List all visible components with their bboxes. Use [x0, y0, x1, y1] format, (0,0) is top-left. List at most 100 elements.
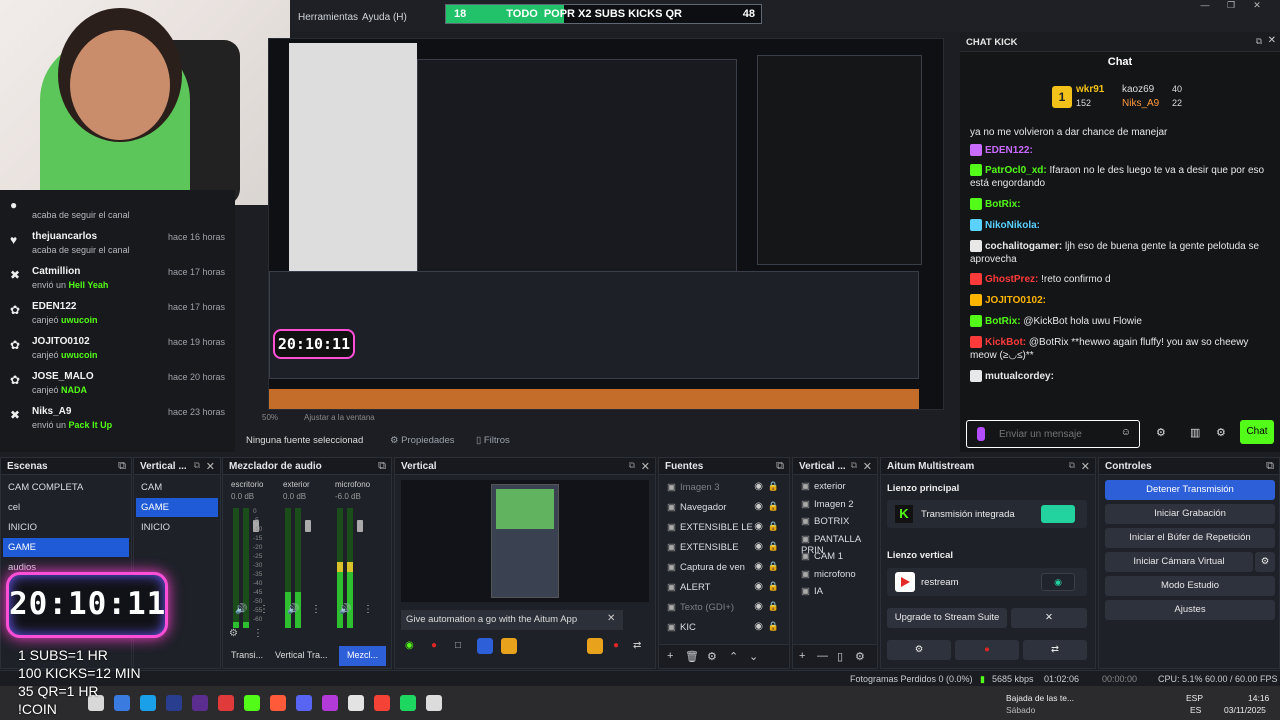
- undock-icon[interactable]: ⧉: [1256, 36, 1262, 47]
- lang-region[interactable]: ES: [1190, 705, 1201, 715]
- emoji-icon[interactable]: ☺: [1121, 427, 1131, 438]
- vertical-source-row[interactable]: ▣ IA: [795, 583, 875, 600]
- chat-input[interactable]: [999, 426, 1119, 442]
- vertical-scene-item[interactable]: CAM: [136, 478, 218, 497]
- chat-username[interactable]: KickBot:: [985, 337, 1026, 348]
- vertical-stop-icon[interactable]: □: [455, 640, 461, 651]
- visibility-eye-icon[interactable]: ◉: [754, 601, 763, 612]
- lang-code[interactable]: ESP: [1186, 693, 1203, 703]
- lock-icon[interactable]: 🔒: [768, 541, 779, 552]
- virtual-camera-settings-icon[interactable]: ⚙: [1255, 552, 1275, 572]
- minimize-icon[interactable]: —: [1192, 0, 1218, 14]
- capcut-icon[interactable]: [218, 695, 234, 711]
- maximize-icon[interactable]: ❐: [1218, 0, 1244, 14]
- vertical-source-row[interactable]: ▣ exterior: [795, 478, 875, 495]
- vertical-replay-icon[interactable]: [477, 638, 493, 654]
- undock-scenes-icon[interactable]: ⧉: [118, 460, 126, 473]
- scene-item[interactable]: cel: [3, 498, 129, 517]
- remove-vertical-source-icon[interactable]: —: [817, 650, 828, 662]
- upgrade-button[interactable]: Upgrade to Stream Suite: [887, 608, 1007, 628]
- chat-username[interactable]: NikoNikola:: [985, 220, 1040, 231]
- fit-window[interactable]: Ajustar a la ventana: [304, 413, 375, 422]
- chat-username[interactable]: cochalitogamer:: [985, 241, 1062, 252]
- lock-icon[interactable]: 🔒: [768, 501, 779, 512]
- store-icon[interactable]: [140, 695, 156, 711]
- undock-mixer-icon[interactable]: ⧉: [378, 460, 386, 473]
- source-row[interactable]: ▣ Navegador ◉ 🔒: [661, 498, 787, 518]
- source-row[interactable]: ▣ KIC ◉ 🔒: [661, 618, 787, 638]
- vertical-stream-icon[interactable]: ◉: [405, 640, 414, 651]
- clock-date[interactable]: 03/11/2025: [1224, 705, 1266, 715]
- dismiss-upgrade-icon[interactable]: ✕: [1011, 608, 1087, 628]
- chat-username[interactable]: BotRix:: [985, 316, 1021, 327]
- preview-canvas[interactable]: 20:10:11: [268, 38, 944, 410]
- vertical-scene-item[interactable]: GAME: [136, 498, 218, 517]
- visibility-eye-icon[interactable]: ◉: [754, 521, 763, 532]
- source-row[interactable]: ▣ ALERT ◉ 🔒: [661, 578, 787, 598]
- speaker-icon[interactable]: 🔊: [339, 604, 351, 615]
- vertical-canvas[interactable]: [401, 480, 649, 602]
- scene-item[interactable]: CAM COMPLETA: [3, 478, 129, 497]
- move-down-icon[interactable]: ⌄: [749, 650, 758, 663]
- volume-slider-handle[interactable]: [305, 520, 311, 532]
- close-vertical-icon[interactable]: ✕: [641, 460, 650, 473]
- lock-icon[interactable]: 🔒: [768, 561, 779, 572]
- chat-username[interactable]: mutualcordey:: [985, 371, 1054, 382]
- move-up-icon[interactable]: ⌃: [729, 650, 738, 663]
- close-vertical-sources-icon[interactable]: ✕: [863, 460, 872, 473]
- discord-icon[interactable]: [296, 695, 312, 711]
- source-settings-icon[interactable]: ⚙: [707, 650, 717, 663]
- mixer-tab[interactable]: Transi...: [223, 646, 271, 666]
- vertical-source-row[interactable]: ▣ PANTALLA PRIN: [795, 531, 875, 556]
- remove-source-icon[interactable]: 🗑: [685, 650, 699, 663]
- start-replay-buffer-button[interactable]: Iniciar el Búfer de Repetición: [1105, 528, 1275, 548]
- filters-button[interactable]: ▯ Filtros: [476, 435, 510, 446]
- speaker-icon[interactable]: 🔊: [287, 604, 299, 615]
- photoshop-icon[interactable]: [166, 695, 182, 711]
- chat-send-button[interactable]: Chat: [1240, 420, 1274, 444]
- speaker-icon[interactable]: 🔊: [235, 604, 247, 615]
- kick-app-icon[interactable]: [244, 695, 260, 711]
- aitum-settings-icon[interactable]: ⚙: [887, 640, 951, 660]
- chat-username[interactable]: JOJITO0102:: [985, 295, 1046, 306]
- channel-menu-icon[interactable]: ⋮: [363, 604, 373, 615]
- mixer-settings-icon[interactable]: ⚙: [229, 628, 238, 639]
- vertical-source-row[interactable]: ▣ Imagen 2: [795, 496, 875, 513]
- vertical-settings-icon[interactable]: [587, 638, 603, 654]
- vertical-source-row[interactable]: ▣ CAM 1: [795, 548, 875, 565]
- vertical-source-settings-icon[interactable]: ⚙: [855, 650, 865, 663]
- undock-vertical-sources-icon[interactable]: ⧉: [851, 460, 857, 471]
- obs-icon[interactable]: [426, 695, 442, 711]
- source-row[interactable]: ▣ EXTENSIBLE ◉ 🔒: [661, 538, 787, 558]
- properties-button[interactable]: ⚙ Propiedades: [390, 435, 455, 446]
- visibility-eye-icon[interactable]: ◉: [754, 581, 763, 592]
- vertical-record-icon[interactable]: ●: [431, 640, 437, 651]
- undock-aitum-icon[interactable]: ⧉: [1069, 460, 1075, 471]
- zoom-level[interactable]: 50%: [262, 413, 278, 422]
- source-row[interactable]: ▣ Imagen 3 ◉ 🔒: [661, 478, 787, 498]
- close-aitum-icon[interactable]: ✕: [1081, 460, 1090, 473]
- add-vertical-source-icon[interactable]: +: [799, 650, 805, 662]
- volume-slider-handle[interactable]: [357, 520, 363, 532]
- chat-username[interactable]: EDEN122:: [985, 145, 1033, 156]
- mixer-tab[interactable]: Mezcl...: [339, 646, 387, 666]
- visibility-eye-icon[interactable]: ◉: [754, 561, 763, 572]
- brave-icon[interactable]: [270, 695, 286, 711]
- visibility-eye-icon[interactable]: ◉: [754, 481, 763, 492]
- studio-mode-button[interactable]: Modo Estudio: [1105, 576, 1275, 596]
- spotify-icon[interactable]: [400, 695, 416, 711]
- settings-button[interactable]: Ajustes: [1105, 600, 1275, 620]
- start-recording-button[interactable]: Iniciar Grabación: [1105, 504, 1275, 524]
- vertical-camera-icon[interactable]: [501, 638, 517, 654]
- vertical-share-icon[interactable]: ⇄: [633, 640, 641, 651]
- clock-time[interactable]: 14:16: [1248, 693, 1269, 703]
- undock-sources-icon[interactable]: ⧉: [776, 460, 784, 473]
- lock-icon[interactable]: 🔒: [768, 481, 779, 492]
- settings-links-icon[interactable]: ⚙: [1156, 426, 1166, 439]
- lock-icon[interactable]: 🔒: [768, 621, 779, 632]
- gear-icon[interactable]: ⚙: [1216, 426, 1226, 439]
- chat-username[interactable]: BotRix:: [985, 199, 1021, 210]
- vertical-source-row[interactable]: ▣ BOTRIX: [795, 513, 875, 530]
- undock-vertical-icon[interactable]: ⧉: [629, 460, 635, 471]
- start-virtual-camera-button[interactable]: Iniciar Cámara Virtual: [1105, 552, 1253, 572]
